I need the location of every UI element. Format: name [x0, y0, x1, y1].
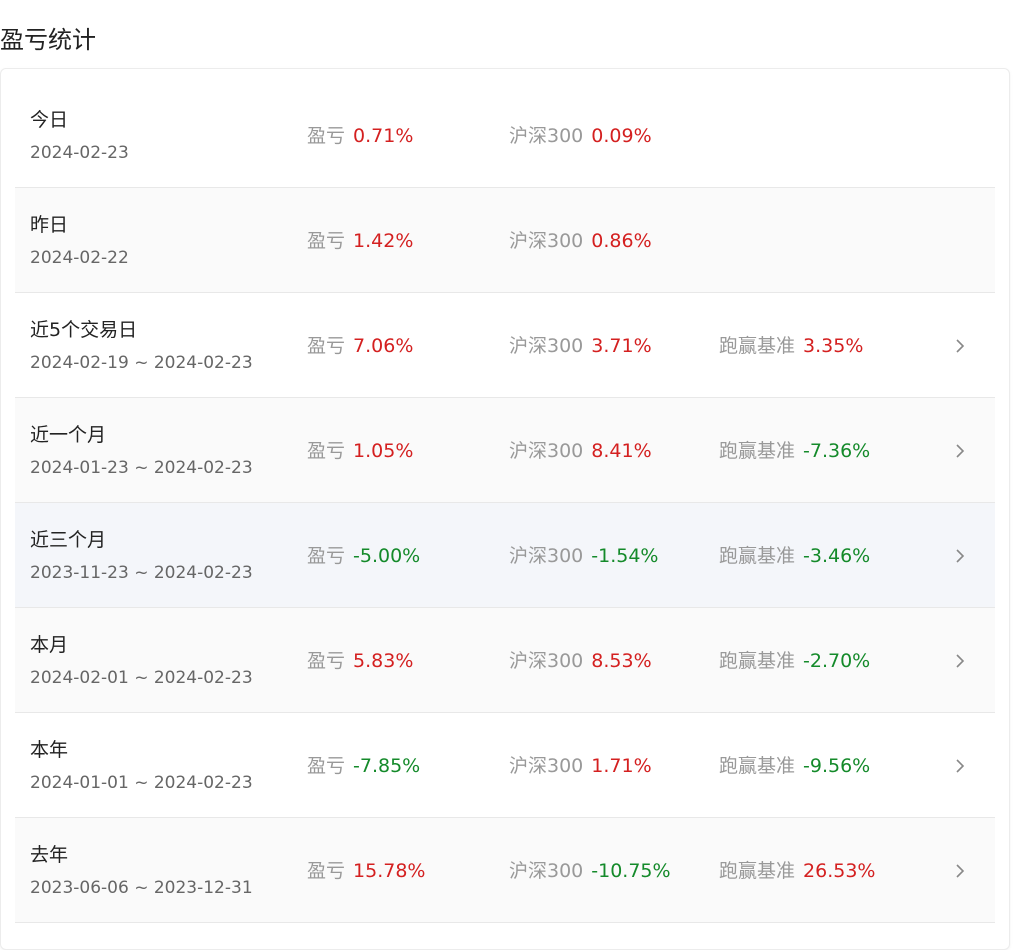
period-label: 近三个月: [30, 529, 107, 551]
period-date: 2024-02-01 ~ 2024-02-23: [30, 668, 253, 688]
excess-value: -3.46%: [803, 545, 871, 567]
period-date: 2024-02-19 ~ 2024-02-23: [30, 353, 253, 373]
chevron-right-icon[interactable]: [953, 756, 967, 776]
excess-label: 跑赢基准: [719, 650, 796, 672]
excess-value: 26.53%: [803, 860, 876, 882]
page-title: 盈亏统计: [0, 26, 96, 54]
excess-label: 跑赢基准: [719, 860, 796, 882]
pnl-metric: 盈亏 0.71%: [307, 124, 413, 148]
pnl-label: 盈亏: [307, 755, 346, 777]
benchmark-value: 3.71%: [591, 335, 652, 357]
chevron-right-icon[interactable]: [953, 861, 967, 881]
pnl-metric: 盈亏 7.06%: [307, 334, 413, 358]
pnl-metric: 盈亏 -5.00%: [307, 544, 420, 568]
chevron-right-icon[interactable]: [953, 546, 967, 566]
stat-row-today: 今日 2024-02-23 盈亏 0.71% 沪深300 0.09%: [15, 83, 995, 188]
benchmark-metric: 沪深300 8.41%: [509, 439, 652, 463]
benchmark-label: 沪深300: [509, 860, 584, 882]
period-label: 昨日: [30, 214, 69, 236]
benchmark-value: 0.09%: [591, 125, 652, 147]
excess-value: -7.36%: [803, 440, 871, 462]
excess-value: -9.56%: [803, 755, 871, 777]
period-date: 2024-02-22: [30, 248, 129, 268]
benchmark-metric: 沪深300 -10.75%: [509, 859, 671, 883]
pnl-label: 盈亏: [307, 860, 346, 882]
pnl-value: 0.71%: [353, 125, 414, 147]
stat-row-this-month[interactable]: 本月 2024-02-01 ~ 2024-02-23 盈亏 5.83% 沪深300…: [15, 608, 995, 713]
benchmark-metric: 沪深300 0.86%: [509, 229, 652, 253]
pnl-value: 7.06%: [353, 335, 414, 357]
pnl-value: 1.42%: [353, 230, 414, 252]
period-label: 近5个交易日: [30, 319, 138, 341]
stat-row-last-3-months[interactable]: 近三个月 2023-11-23 ~ 2024-02-23 盈亏 -5.00% 沪深…: [15, 503, 995, 608]
period-date: 2024-01-23 ~ 2024-02-23: [30, 458, 253, 478]
benchmark-label: 沪深300: [509, 230, 584, 252]
stat-row-last-5-days[interactable]: 近5个交易日 2024-02-19 ~ 2024-02-23 盈亏 7.06% 沪…: [15, 293, 995, 398]
benchmark-value: 0.86%: [591, 230, 652, 252]
excess-metric: 跑赢基准 -3.46%: [719, 544, 870, 568]
pnl-value: -5.00%: [353, 545, 421, 567]
excess-label: 跑赢基准: [719, 545, 796, 567]
pnl-value: 1.05%: [353, 440, 414, 462]
pnl-value: 15.78%: [353, 860, 426, 882]
pnl-metric: 盈亏 15.78%: [307, 859, 425, 883]
benchmark-value: -10.75%: [591, 860, 671, 882]
period-label: 本月: [30, 634, 69, 656]
pnl-label: 盈亏: [307, 230, 346, 252]
pnl-label: 盈亏: [307, 125, 346, 147]
stat-row-yesterday: 昨日 2024-02-22 盈亏 1.42% 沪深300 0.86%: [15, 188, 995, 293]
pnl-label: 盈亏: [307, 440, 346, 462]
benchmark-value: 8.41%: [591, 440, 652, 462]
period-date: 2023-06-06 ~ 2023-12-31: [30, 878, 253, 898]
pnl-stats-card: 今日 2024-02-23 盈亏 0.71% 沪深300 0.09% 昨日 2024…: [0, 68, 1010, 950]
benchmark-label: 沪深300: [509, 440, 584, 462]
pnl-metric: 盈亏 5.83%: [307, 649, 413, 673]
stat-row-last-month[interactable]: 近一个月 2024-01-23 ~ 2024-02-23 盈亏 1.05% 沪深3…: [15, 398, 995, 503]
period-label: 去年: [30, 844, 69, 866]
period-label: 今日: [30, 109, 69, 131]
excess-metric: 跑赢基准 26.53%: [719, 859, 875, 883]
excess-metric: 跑赢基准 3.35%: [719, 334, 863, 358]
benchmark-metric: 沪深300 -1.54%: [509, 544, 658, 568]
pnl-value: 5.83%: [353, 650, 414, 672]
benchmark-value: -1.54%: [591, 545, 659, 567]
benchmark-label: 沪深300: [509, 125, 584, 147]
period-label: 本年: [30, 739, 69, 761]
chevron-right-icon[interactable]: [953, 336, 967, 356]
period-date: 2024-01-01 ~ 2024-02-23: [30, 773, 253, 793]
benchmark-label: 沪深300: [509, 650, 584, 672]
stat-row-last-year[interactable]: 去年 2023-06-06 ~ 2023-12-31 盈亏 15.78% 沪深30…: [15, 818, 995, 923]
pnl-metric: 盈亏 1.42%: [307, 229, 413, 253]
pnl-label: 盈亏: [307, 545, 346, 567]
pnl-stats-list: 今日 2024-02-23 盈亏 0.71% 沪深300 0.09% 昨日 2024…: [15, 83, 995, 923]
excess-metric: 跑赢基准 -2.70%: [719, 649, 870, 673]
chevron-right-icon[interactable]: [953, 441, 967, 461]
pnl-label: 盈亏: [307, 335, 346, 357]
benchmark-label: 沪深300: [509, 335, 584, 357]
pnl-label: 盈亏: [307, 650, 346, 672]
period-date: 2023-11-23 ~ 2024-02-23: [30, 563, 253, 583]
excess-label: 跑赢基准: [719, 755, 796, 777]
benchmark-value: 8.53%: [591, 650, 652, 672]
benchmark-metric: 沪深300 3.71%: [509, 334, 652, 358]
excess-metric: 跑赢基准 -7.36%: [719, 439, 870, 463]
pnl-value: -7.85%: [353, 755, 421, 777]
chevron-right-icon[interactable]: [953, 651, 967, 671]
period-label: 近一个月: [30, 424, 107, 446]
benchmark-label: 沪深300: [509, 545, 584, 567]
period-date: 2024-02-23: [30, 143, 129, 163]
pnl-metric: 盈亏 -7.85%: [307, 754, 420, 778]
excess-metric: 跑赢基准 -9.56%: [719, 754, 870, 778]
excess-label: 跑赢基准: [719, 440, 796, 462]
benchmark-label: 沪深300: [509, 755, 584, 777]
excess-value: -2.70%: [803, 650, 871, 672]
excess-value: 3.35%: [803, 335, 864, 357]
excess-label: 跑赢基准: [719, 335, 796, 357]
pnl-metric: 盈亏 1.05%: [307, 439, 413, 463]
benchmark-metric: 沪深300 8.53%: [509, 649, 652, 673]
benchmark-metric: 沪深300 0.09%: [509, 124, 652, 148]
benchmark-metric: 沪深300 1.71%: [509, 754, 652, 778]
benchmark-value: 1.71%: [591, 755, 652, 777]
stat-row-this-year[interactable]: 本年 2024-01-01 ~ 2024-02-23 盈亏 -7.85% 沪深30…: [15, 713, 995, 818]
